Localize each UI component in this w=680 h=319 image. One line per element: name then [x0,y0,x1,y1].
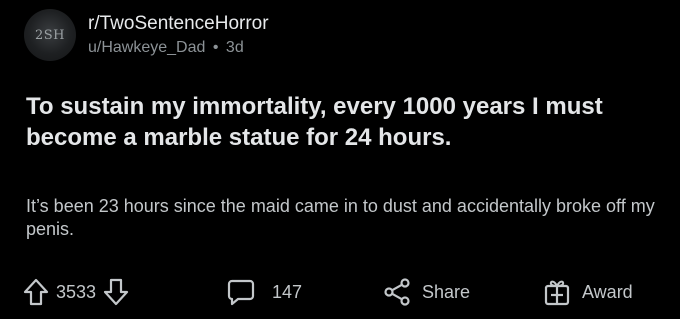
post-body: It’s been 23 hours since the maid came i… [26,196,655,239]
post-header: 2SH r/TwoSentenceHorror u/Hawkeye_Dad • … [24,8,269,62]
gift-icon [542,277,572,307]
post-title[interactable]: To sustain my immortality, every 1000 ye… [26,91,666,153]
post-meta: r/TwoSentenceHorror u/Hawkeye_Dad • 3d [88,12,269,59]
arrow-up-icon[interactable] [22,277,50,307]
post-age: 3d [225,38,244,56]
avatar-text: 2SH [34,27,65,43]
award-label: Award [582,281,633,302]
share-label: Share [422,281,471,302]
award-button[interactable]: Award [542,274,633,310]
action-bar: 3533 147 Share Award [22,274,662,310]
byline: u/Hawkeye_Dad • 3d [88,37,269,59]
author-link[interactable]: u/Hawkeye_Dad [88,39,205,56]
byline-separator: • [212,38,219,56]
comment-count: 147 [272,281,303,302]
arrow-down-icon[interactable] [102,277,130,307]
upvote-count: 3533 [56,281,97,302]
vote-group: 3533 [22,274,130,310]
comments-button[interactable]: 147 [226,274,308,310]
comment-bubble-icon [226,277,256,307]
subreddit-link[interactable]: r/TwoSentenceHorror [88,12,269,35]
share-icon [382,277,412,307]
share-button[interactable]: Share [382,274,470,310]
subreddit-avatar[interactable]: 2SH [24,9,76,61]
